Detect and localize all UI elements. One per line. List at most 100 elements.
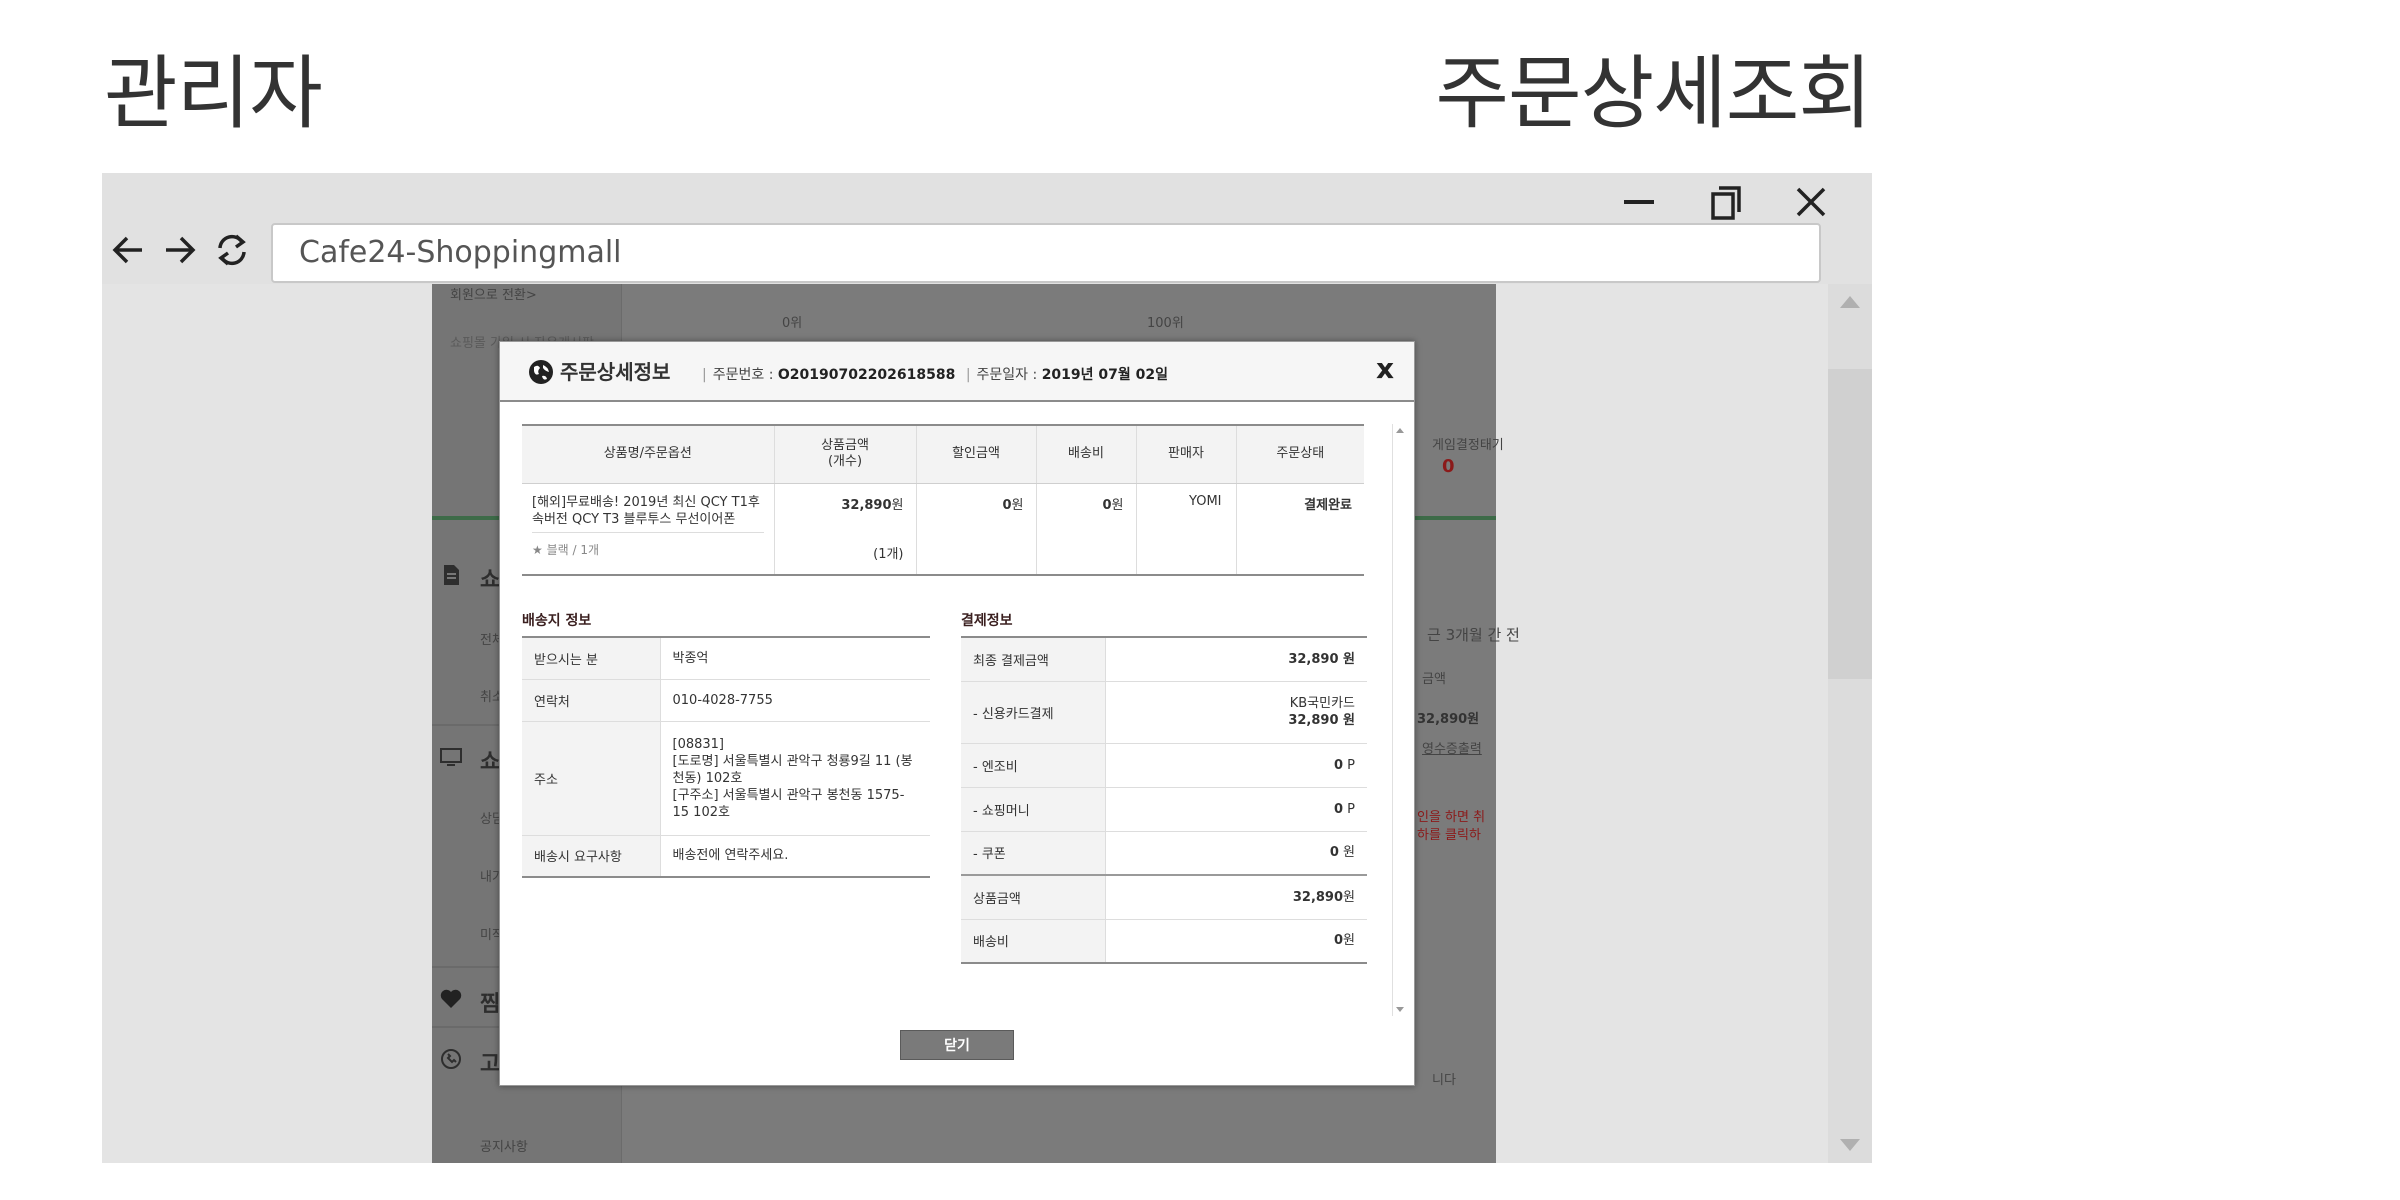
mall-money-label: - 쇼핑머니 xyxy=(961,787,1106,832)
card-label: - 신용카드결제 xyxy=(961,681,1106,744)
price-unit: 원 xyxy=(891,497,904,513)
modal-scrollbar[interactable] xyxy=(1392,424,1406,1016)
table-row: 주소 [08831] [도로명] 서울특별시 관악구 청룡9길 11 (봉천동)… xyxy=(522,721,930,836)
shipping-fee-label: 배송비 xyxy=(961,919,1106,964)
scroll-thumb[interactable] xyxy=(1828,369,1872,679)
table-row: - 쇼핑머니 0 P xyxy=(961,787,1367,832)
product-option: ★ 블랙 / 1개 xyxy=(532,531,764,570)
table-row: 배송시 요구사항 배송전에 연락주세요. xyxy=(522,835,930,878)
coupon-cell: 0 원 xyxy=(1105,831,1367,876)
bg-sub-item-6: 공지사항 xyxy=(480,1140,528,1155)
heart-icon xyxy=(440,988,462,1010)
bg-side-item-1: 쇼 xyxy=(480,568,501,593)
total-value: 32,890 원 xyxy=(1105,637,1367,682)
card-name: KB국민카드 xyxy=(1289,696,1355,711)
shipping-unit: 원 xyxy=(1111,497,1124,513)
quantity: (1개) xyxy=(873,547,904,562)
modal-close-x[interactable]: x xyxy=(1376,352,1394,385)
shipping-fee-cell: 0원 xyxy=(1105,919,1367,964)
table-row: 연락처 010-4028-7755 xyxy=(522,679,930,722)
shipping-info-title: 배송지 정보 xyxy=(522,613,592,629)
forward-icon[interactable] xyxy=(158,223,202,277)
coupon-label: - 쿠폰 xyxy=(961,831,1106,876)
col-discount: 할인금액 xyxy=(916,425,1037,484)
bg-top-text: 회원으로 전환> xyxy=(450,288,537,303)
col-shipping: 배송비 xyxy=(1036,425,1137,484)
col-seller: 판매자 xyxy=(1136,425,1237,484)
navigation-buttons xyxy=(106,223,254,277)
goods-amount-cell: 32,890원 xyxy=(1105,874,1367,920)
request-label: 배송시 요구사항 xyxy=(522,835,661,878)
discount-unit: 원 xyxy=(1011,497,1024,513)
product-name[interactable]: [해외]무료배송! 2019년 최신 QCY T1후속버전 QCY T3 블루투… xyxy=(522,484,774,532)
table-row: [해외]무료배송! 2019년 최신 QCY T1후속버전 QCY T3 블루투… xyxy=(522,483,1364,575)
phone-value: 010-4028-7755 xyxy=(660,679,930,722)
order-number: O20190702202618588 xyxy=(777,367,956,383)
close-button[interactable]: 닫기 xyxy=(900,1030,1014,1060)
page-scrollbar[interactable] xyxy=(1828,284,1872,1163)
bg-right-warn2: 하를 클릭하 xyxy=(1417,828,1481,843)
order-detail-modal: 주문상세정보 | 주문번호 : O20190702202618588 | 주문일자 … xyxy=(499,341,1415,1086)
discount-cell: 0원 xyxy=(916,483,1037,575)
product-cell: [해외]무료배송! 2019년 최신 QCY T1후속버전 QCY T3 블루투… xyxy=(522,483,775,575)
bg-scale-left: 0위 xyxy=(782,316,803,331)
browser-window: Cafe24-Shoppingmall 회원으로 전환> 쇼핑몰 가입 시 자유… xyxy=(102,173,1872,1163)
bg-side-item-2: 쇼 xyxy=(480,750,501,775)
mall-money-value: 0 xyxy=(1333,801,1344,817)
page-viewport: 회원으로 전환> 쇼핑몰 가입 시 자유게시판 쇼 전체 취소 쇼 상담 내가 … xyxy=(102,284,1872,1163)
shipping-fee-unit: 원 xyxy=(1343,933,1355,949)
payment-info-title: 결제정보 xyxy=(961,613,1013,629)
coupon-value: 0 xyxy=(1329,845,1339,861)
scroll-down-icon[interactable] xyxy=(1840,1139,1860,1151)
minimize-icon[interactable] xyxy=(1618,181,1660,223)
back-icon[interactable] xyxy=(106,223,150,277)
bg-right-label: 게임결정태기 xyxy=(1432,438,1504,453)
bg-right-warn1: 인을 하면 취 xyxy=(1417,810,1486,825)
recipient-value: 박종억 xyxy=(660,637,930,680)
goods-amount-label: 상품금액 xyxy=(961,874,1106,920)
bg-side-item-4: 고 xyxy=(480,1052,501,1077)
modal-scroll-down-icon[interactable] xyxy=(1396,1007,1404,1012)
phone-icon xyxy=(440,1048,462,1070)
table-row: - 엔조비 0 P xyxy=(961,743,1367,788)
mall-money-unit: P xyxy=(1347,801,1355,817)
window-controls xyxy=(1618,181,1832,223)
payment-info-table: 최종 결제금액 32,890 원 - 신용카드결제 KB국민카드 32,890 … xyxy=(961,636,1367,964)
col-status: 주문상태 xyxy=(1236,425,1364,484)
close-window-icon[interactable] xyxy=(1790,181,1832,223)
phone-label: 연락처 xyxy=(522,679,661,722)
modal-title: 주문상세정보 xyxy=(560,360,671,384)
col-product: 상품명/주문옵션 xyxy=(522,425,775,484)
globe-icon xyxy=(528,359,554,385)
page-heading-order-detail: 주문상세조회 xyxy=(1435,47,1872,140)
request-value: 배송전에 연락주세요. xyxy=(660,835,930,878)
discount-value: 0 xyxy=(1002,497,1012,513)
bg-scale-right: 100위 xyxy=(1147,316,1184,331)
table-row: 상품금액 32,890원 xyxy=(961,874,1367,920)
table-row: - 신용카드결제 KB국민카드 32,890 원 xyxy=(961,681,1367,744)
shipping-cell: 0원 xyxy=(1036,483,1137,575)
bg-right-tail: 니다 xyxy=(1432,1073,1456,1088)
page-heading-admin: 관리자 xyxy=(104,47,323,140)
restore-icon[interactable] xyxy=(1704,181,1746,223)
bg-right-col: 금액 xyxy=(1422,672,1446,687)
status-badge: 결제완료 xyxy=(1304,497,1352,513)
order-date: 2019년 07월 02일 xyxy=(1041,367,1169,383)
mall-money-cell: 0 P xyxy=(1105,787,1367,832)
seller-cell: YOMI xyxy=(1136,483,1237,575)
emoney-cell: 0 P xyxy=(1105,743,1367,788)
address-bar[interactable]: Cafe24-Shoppingmall xyxy=(271,223,1821,283)
modal-scroll-up-icon[interactable] xyxy=(1396,428,1404,433)
card-cell: KB국민카드 32,890 원 xyxy=(1105,681,1367,744)
order-no-label: 주문번호 : xyxy=(712,367,774,383)
address-label: 주소 xyxy=(522,721,661,836)
scroll-up-icon[interactable] xyxy=(1840,296,1860,308)
address-value: [08831] [도로명] 서울특별시 관악구 청룡9길 11 (봉천동) 10… xyxy=(660,721,930,836)
total-label: 최종 결제금액 xyxy=(961,637,1106,682)
modal-header: 주문상세정보 | 주문번호 : O20190702202618588 | 주문일자 … xyxy=(500,342,1414,402)
emoney-value: 0 xyxy=(1333,757,1344,773)
card-amount: 32,890 원 xyxy=(1288,713,1355,728)
table-row: 받으시는 분 박종억 xyxy=(522,637,930,680)
refresh-icon[interactable] xyxy=(210,223,254,277)
order-date-label: 주문일자 : xyxy=(976,367,1038,383)
